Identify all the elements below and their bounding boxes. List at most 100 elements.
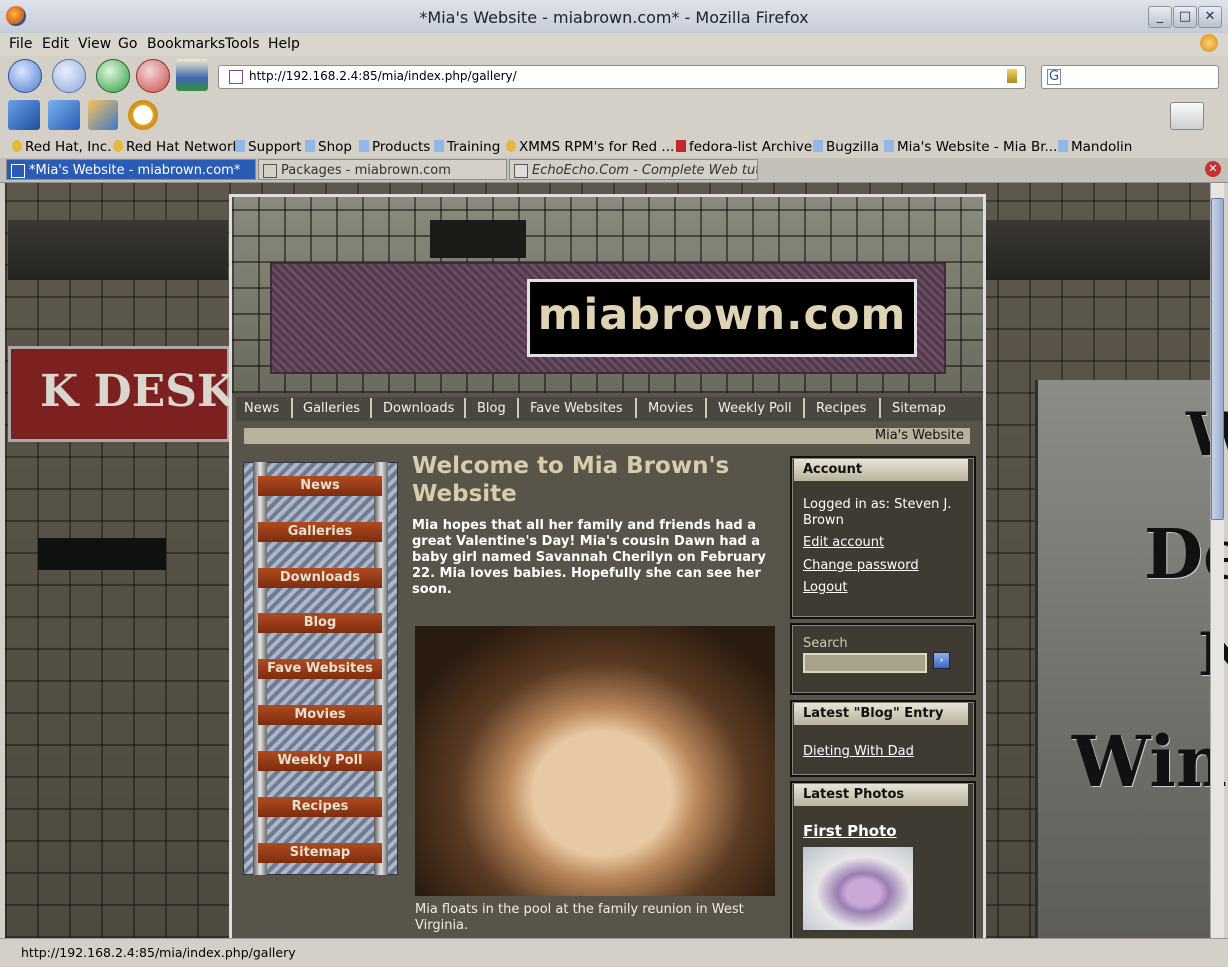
maximize-button[interactable]: □ — [1173, 6, 1197, 28]
bookmark-item[interactable]: Red Hat, Inc. — [12, 139, 112, 155]
left-nav-movies[interactable]: Movies — [258, 705, 382, 725]
sync-icon[interactable] — [88, 100, 118, 130]
nav-separator — [635, 398, 637, 418]
menu-bookmarks[interactable]: Bookmarks — [147, 36, 225, 52]
intro-text: Mia hopes that all her family and friend… — [412, 518, 766, 597]
top-nav-sitemap[interactable]: Sitemap — [892, 401, 946, 416]
minimize-button[interactable]: _ — [1148, 6, 1172, 28]
photo-thumbnail[interactable] — [803, 847, 913, 930]
fedora-icon — [676, 140, 686, 152]
scrollbar-thumb[interactable] — [1211, 198, 1224, 520]
left-nav-downloads[interactable]: Downloads — [258, 568, 382, 588]
blog-heading: Latest "Blog" Entry — [794, 703, 968, 725]
bookmark-item[interactable]: Products — [359, 139, 430, 155]
home-icon[interactable] — [176, 59, 208, 91]
top-nav-blog[interactable]: Blog — [477, 401, 506, 416]
back-icon[interactable] — [8, 59, 42, 93]
bookmark-item[interactable]: Mandolin — [1058, 139, 1132, 155]
left-nav-weekly-poll[interactable]: Weekly Poll — [258, 751, 382, 771]
search-field[interactable]: G — [1041, 65, 1219, 89]
bookmark-item[interactable]: XMMS RPM's for Red ... — [506, 139, 674, 155]
bookmark-icon — [359, 140, 369, 152]
bookmark-item[interactable]: Red Hat Network — [113, 139, 240, 155]
top-nav-recipes[interactable]: Recipes — [816, 401, 866, 416]
left-nav-recipes[interactable]: Recipes — [258, 797, 382, 817]
google-search-icon: G — [1047, 69, 1062, 85]
menu-go[interactable]: Go — [118, 36, 137, 52]
logout-link[interactable]: Logout — [803, 580, 848, 595]
tab-strip: *Mia's Website - miabrown.com* Packages … — [0, 158, 1228, 183]
close-tab-icon[interactable]: ✕ — [1205, 161, 1221, 177]
alarm-clock-icon[interactable] — [128, 100, 158, 130]
top-nav-weekly-poll[interactable]: Weekly Poll — [718, 401, 792, 416]
status-text: http://192.168.2.4:85/mia/index.php/gall… — [21, 945, 296, 960]
search-go-button[interactable]: › — [933, 652, 950, 669]
window-title: *Mia's Website - miabrown.com* - Mozilla… — [419, 8, 809, 27]
site-logo[interactable]: miabrown.com — [527, 290, 917, 340]
tab-mias-website[interactable]: *Mia's Website - miabrown.com* — [6, 159, 256, 180]
tab-echoecho[interactable]: EchoEcho.Com - Complete Web tut... — [509, 159, 758, 180]
poster-letter: Win — [1072, 720, 1227, 803]
bulb-icon — [506, 140, 516, 152]
bookmark-icon — [813, 140, 823, 152]
throbber-icon — [1200, 34, 1218, 52]
new-window-icon[interactable] — [8, 100, 40, 130]
top-nav-movies[interactable]: Movies — [648, 401, 693, 416]
top-nav-fave-websites[interactable]: Fave Websites — [530, 401, 623, 416]
url-field[interactable]: http://192.168.2.4:85/mia/index.php/gall… — [218, 65, 1026, 89]
menu-help[interactable]: Help — [268, 36, 300, 52]
logged-in-text: Logged in as: Steven J. Brown — [803, 497, 952, 528]
bulb-icon — [113, 140, 123, 152]
left-nav-blog[interactable]: Blog — [258, 613, 382, 633]
extra-toolbar — [0, 96, 1228, 136]
mail-icon[interactable] — [1170, 102, 1204, 130]
page-title: Welcome to Mia Brown's Website — [412, 453, 730, 507]
photos-heading: Latest Photos — [794, 784, 968, 806]
top-nav-news[interactable]: News — [244, 401, 279, 416]
close-button[interactable]: ✕ — [1198, 6, 1222, 28]
left-nav-galleries[interactable]: Galleries — [258, 522, 382, 542]
change-password-link[interactable]: Change password — [803, 558, 919, 573]
url-text: http://192.168.2.4:85/mia/index.php/gall… — [249, 69, 517, 83]
site-title-bar: Mia's Website — [244, 428, 970, 444]
bookmark-star-icon[interactable] — [1007, 69, 1017, 83]
title-bar: *Mia's Website - miabrown.com* - Mozilla… — [0, 0, 1228, 34]
site-favicon-icon — [229, 70, 243, 84]
tab-packages[interactable]: Packages - miabrown.com — [258, 159, 507, 180]
bookmark-item[interactable]: fedora-list Archives — [676, 139, 819, 155]
first-photo-link[interactable]: First Photo — [803, 822, 897, 840]
nav-separator — [370, 398, 372, 418]
blog-entry-link[interactable]: Dieting With Dad — [803, 744, 914, 759]
left-nav-news[interactable]: News — [258, 476, 382, 496]
reload-icon[interactable] — [96, 59, 130, 93]
menu-view[interactable]: View — [78, 36, 111, 52]
menu-edit[interactable]: Edit — [42, 36, 69, 52]
search-label: Search — [803, 636, 848, 651]
menu-bar: File Edit View Go Bookmarks Tools Help — [0, 33, 1228, 56]
bookmark-icon — [235, 140, 245, 152]
stop-icon[interactable] — [136, 59, 170, 93]
top-nav-galleries[interactable]: Galleries — [303, 401, 360, 416]
bookmark-item[interactable]: Support — [235, 139, 301, 155]
background-sign-text: K DESK — [40, 366, 236, 417]
background-wall — [8, 220, 228, 280]
top-nav-downloads[interactable]: Downloads — [383, 401, 454, 416]
bookmark-item[interactable]: Training — [434, 139, 500, 155]
bookmark-item[interactable]: Bugzilla — [813, 139, 879, 155]
left-nav-sitemap[interactable]: Sitemap — [258, 843, 382, 863]
site-search-input[interactable] — [803, 653, 927, 673]
bookmark-icon — [884, 140, 894, 152]
menu-file[interactable]: File — [9, 36, 32, 52]
edit-account-link[interactable]: Edit account — [803, 535, 884, 550]
forward-icon[interactable] — [52, 59, 86, 93]
bookmark-item[interactable]: Mia's Website - Mia Br... — [884, 139, 1057, 155]
page-icon — [263, 164, 277, 178]
background-poster: W De N Win — [1035, 380, 1228, 940]
bookmark-item[interactable]: Shop — [305, 139, 352, 155]
left-nav-fave-websites[interactable]: Fave Websites — [258, 659, 382, 679]
background-wall — [986, 220, 1210, 280]
page-icon — [11, 164, 25, 178]
menu-tools[interactable]: Tools — [225, 36, 260, 52]
header-hole — [430, 220, 526, 258]
new-tab-icon[interactable] — [48, 100, 80, 130]
